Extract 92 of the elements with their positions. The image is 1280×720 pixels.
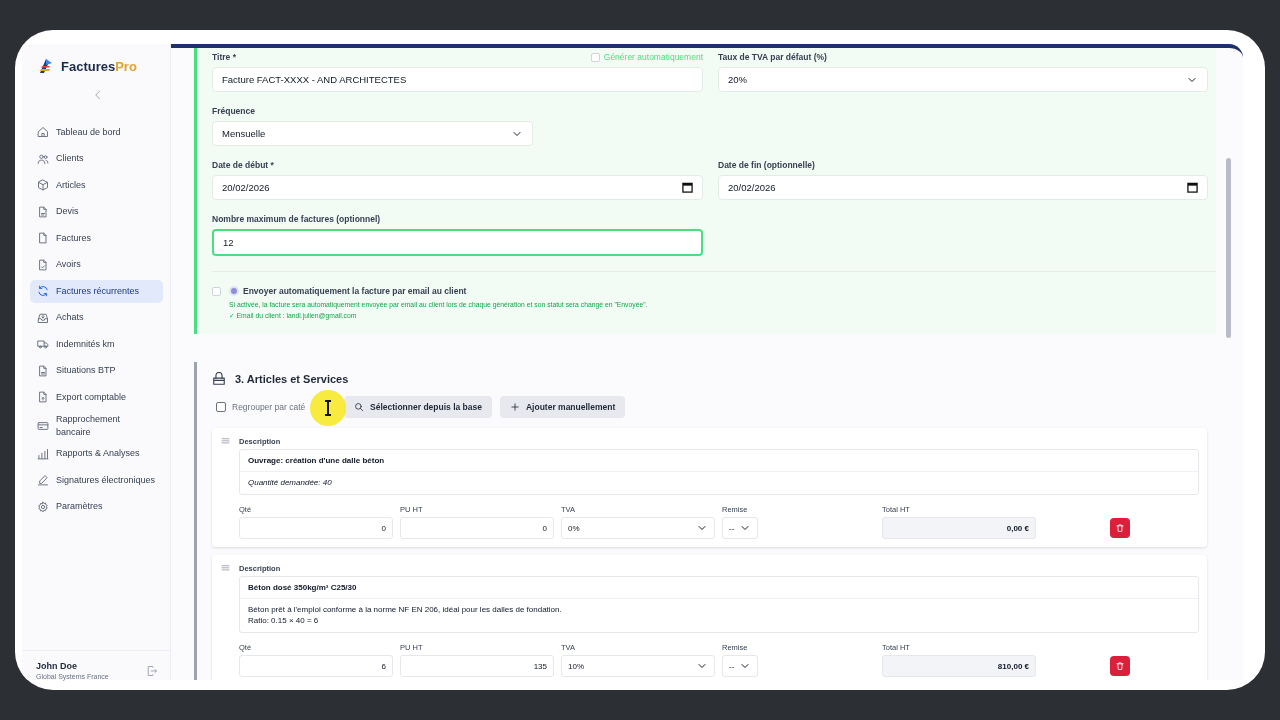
sidebar-label: Export comptable xyxy=(56,390,127,404)
add-button[interactable]: Ajouter manuellement xyxy=(499,396,626,418)
sidebar-label: Indemnités km xyxy=(56,337,115,351)
number-field[interactable]: 0 xyxy=(239,517,393,539)
checkbox-label: Regrouper par caté xyxy=(232,402,306,412)
section-title: 3. Articles et Services xyxy=(235,373,349,385)
sidebar-item[interactable]: Factures récurrentes xyxy=(30,280,163,303)
trash-icon xyxy=(1115,661,1125,671)
refresh-icon xyxy=(37,285,49,298)
plus-icon xyxy=(509,402,520,412)
calendar-icon[interactable] xyxy=(1187,182,1198,193)
frequency-select[interactable]: Mensuelle xyxy=(212,121,533,146)
sidebar-label: Situations BTP xyxy=(56,364,116,378)
sidebar-label: Rapports & Analyses xyxy=(56,447,140,461)
sidebar-label: Factures récurrentes xyxy=(56,284,140,298)
bar-chart-icon xyxy=(37,447,49,460)
delete-button[interactable] xyxy=(1110,518,1130,538)
number-field[interactable]: 135 xyxy=(400,655,554,677)
description-field[interactable]: Béton dosé 350kg/m³ C25/30 Béton prêt à l'emploi conforme à la norme NF EN 206, idéal pour les dalles de fondation. Ratio: 0.15 × 40 = 6 xyxy=(239,576,1199,633)
sidebar-item[interactable]: Avoirs xyxy=(30,253,163,276)
text-cursor-icon xyxy=(323,400,333,416)
inbox-icon xyxy=(37,311,49,324)
description-field[interactable]: Ouvrage: création d'une dalle béton Quantité demandée: 40 xyxy=(239,449,1199,495)
sidebar-item[interactable]: Export comptable xyxy=(30,386,163,409)
checkbox-label: Générer automatiquement xyxy=(603,52,703,62)
calendar-icon[interactable] xyxy=(682,182,693,193)
field-label: Date de fin (optionnelle) xyxy=(718,160,816,170)
sidebar-label: Signatures électroniques xyxy=(56,473,156,487)
document-icon xyxy=(37,364,49,377)
date-field[interactable]: 20/02/2026 xyxy=(212,175,703,200)
sidebar-item[interactable]: Clients xyxy=(30,147,163,170)
sidebar-item[interactable]: Indemnités km xyxy=(30,333,163,356)
title-field[interactable]: Facture FACT-XXXX - AND ARCHITECTES xyxy=(212,67,703,92)
drag-handle-icon xyxy=(220,436,231,447)
total-field: 810,00 € xyxy=(882,655,1036,677)
number-field[interactable]: 12 xyxy=(212,229,703,256)
date-field[interactable]: 20/02/2026 xyxy=(718,175,1208,200)
document-icon xyxy=(37,232,49,245)
home-icon xyxy=(37,126,49,139)
users-icon xyxy=(37,152,49,165)
number-field[interactable]: 6 xyxy=(239,655,393,677)
field-label: Fréquence xyxy=(212,106,256,116)
sidebar-item[interactable]: Signatures électroniques xyxy=(30,469,163,492)
sidebar-item[interactable]: Devis xyxy=(30,200,163,223)
number-field[interactable]: 0 xyxy=(400,517,554,539)
sidebar-label: Tableau de bord xyxy=(56,125,121,139)
cube-icon xyxy=(37,179,49,192)
sidebar-item[interactable]: Rapports & Analyses xyxy=(30,442,163,465)
field-label: Taux de TVA par défaut (%) xyxy=(718,52,828,62)
select-from-base-button[interactable]: Sélectionner depuis la base xyxy=(344,396,492,418)
sidebar-item[interactable]: Rapprochement bancaire xyxy=(30,412,163,439)
settings-icon xyxy=(37,500,49,513)
total-field: 0,00 € xyxy=(882,517,1036,539)
card-icon xyxy=(37,419,49,432)
document-icon xyxy=(37,205,49,218)
sidebar-label: Clients xyxy=(56,152,84,166)
document-icon xyxy=(37,391,49,404)
trash-icon xyxy=(1115,523,1125,533)
field-label: Nombre maximum de factures (optionnel) xyxy=(212,214,382,224)
select-field[interactable]: 10% xyxy=(561,655,715,677)
checkbox[interactable] xyxy=(216,402,226,412)
sidebar-item[interactable]: Articles xyxy=(30,174,163,197)
truck-icon xyxy=(37,338,49,351)
sidebar-label: Factures xyxy=(56,231,91,245)
field-label: Date de début * xyxy=(212,160,275,170)
logout-icon xyxy=(146,664,158,677)
user-name: John Doe xyxy=(36,661,78,671)
sidebar-label: Paramètres xyxy=(56,500,103,514)
sidebar-item[interactable]: Tableau de bord xyxy=(30,121,163,144)
drag-handle-icon xyxy=(220,563,231,574)
sidebar-label: Articles xyxy=(56,178,86,192)
delete-button[interactable] xyxy=(1110,656,1130,676)
sidebar-label: Devis xyxy=(56,205,79,219)
sidebar-label: Achats xyxy=(56,311,84,325)
select-field[interactable]: 0% xyxy=(561,517,715,539)
pen-icon xyxy=(37,474,49,487)
dot-icon xyxy=(231,288,237,294)
select-field[interactable]: -- xyxy=(722,655,758,677)
sidebar-item[interactable]: Achats xyxy=(30,306,163,329)
sidebar-label: Avoirs xyxy=(56,258,81,272)
select-field[interactable]: -- xyxy=(722,517,758,539)
sidebar-item[interactable]: Situations BTP xyxy=(30,359,163,382)
sidebar-item[interactable]: Paramètres xyxy=(30,495,163,518)
scrollbar[interactable] xyxy=(1226,158,1231,338)
checkbox-label: Envoyer automatiquement la facture par email au client xyxy=(243,286,467,296)
sidebar-label: Rapprochement bancaire xyxy=(56,412,122,439)
document-icon xyxy=(37,258,49,271)
vat-select[interactable]: 20% xyxy=(718,67,1208,92)
brand-name: FacturesPro xyxy=(61,58,137,74)
sidebar-item[interactable]: Factures xyxy=(30,227,163,250)
field-label: Titre * xyxy=(212,52,236,62)
search-icon xyxy=(354,402,364,412)
